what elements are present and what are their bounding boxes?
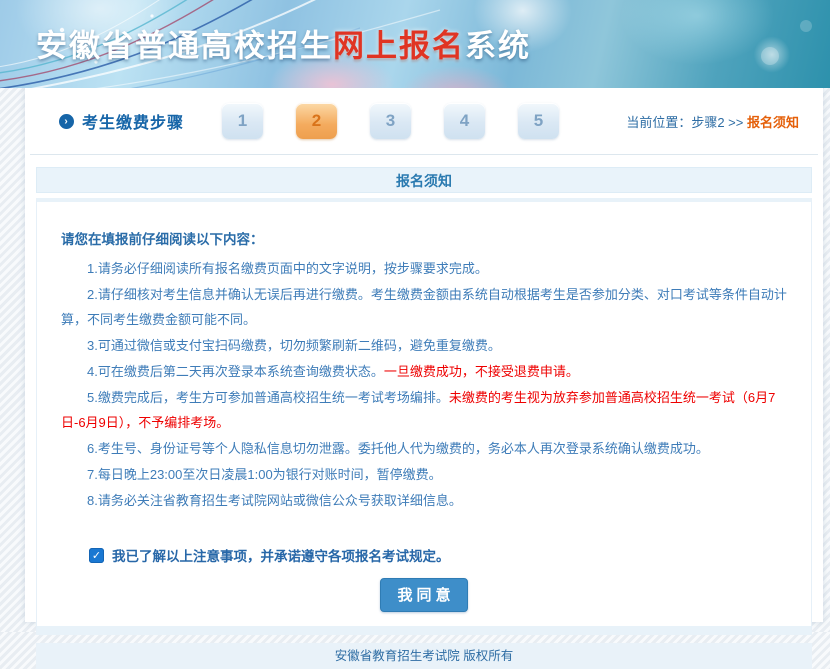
header-banner: 安徽省普通高校招生网上报名系统 — [0, 0, 830, 88]
steps-separator — [30, 154, 818, 155]
breadcrumb: 当前位置：步骤2 >> 报名须知 — [626, 112, 799, 131]
step-indicator-2: 2 — [296, 103, 337, 139]
notice-item-6: 6.考生号、身份证号等个人隐私信息切勿泄露。委托他人代为缴费的，务必本人再次登录… — [61, 436, 787, 461]
agreement-checkbox[interactable]: ✓ — [89, 548, 104, 563]
notice-item-4: 4.可在缴费后第二天再次登录本系统查询缴费状态。一旦缴费成功，不接受退费申请。 — [61, 359, 787, 384]
steps-bar: › 考生缴费步骤 12345 当前位置：步骤2 >> 报名须知 — [25, 88, 823, 154]
notice-item-7: 7.每日晚上23:00至次日凌晨1:00为银行对账时间，暂停缴费。 — [61, 462, 787, 487]
steps-title-label: 考生缴费步骤 — [82, 109, 184, 133]
button-row: 我同意 — [61, 578, 787, 612]
notice-item-2: 2.请仔细核对考生信息并确认无误后再进行缴费。考生缴费金额由系统自动根据考生是否… — [61, 282, 787, 332]
notice-title-bar: 报名须知 — [36, 167, 812, 193]
title-text: 系统 — [465, 29, 531, 64]
agree-button[interactable]: 我同意 — [380, 578, 467, 612]
notice-item-8: 8.请务必关注省教育招生考试院网站或微信公众号获取详细信息。 — [61, 488, 787, 513]
notice-item-5: 5.缴费完成后，考生方可参加普通高校招生统一考试考场编排。未缴费的考生视为放弃参… — [61, 385, 787, 435]
agreement-label: 我已了解以上注意事项，并承诺遵守各项报名考试规定。 — [112, 545, 450, 565]
page-title: 安徽省普通高校招生网上报名系统 — [36, 21, 531, 66]
step-indicator-5: 5 — [518, 103, 559, 139]
content-wrapper: › 考生缴费步骤 12345 当前位置：步骤2 >> 报名须知 报名须知 请您在… — [25, 88, 823, 622]
steps-title: › 考生缴费步骤 — [59, 109, 184, 133]
breadcrumb-prefix: 当前位置：步骤2 — [626, 115, 724, 130]
step-indicator-4: 4 — [444, 103, 485, 139]
notice-item-3: 3.可通过微信或支付宝扫码缴费，切勿频繁刷新二维码，避免重复缴费。 — [61, 333, 787, 358]
steps-boxes: 12345 — [222, 103, 559, 139]
arrow-circle-icon: › — [59, 114, 74, 129]
footer-copyright: 安徽省教育招生考试院 版权所有 — [36, 643, 812, 669]
notice-item-1: 1.请务必仔细阅读所有报名缴费页面中的文字说明，按步骤要求完成。 — [61, 256, 787, 281]
step-indicator-3: 3 — [370, 103, 411, 139]
notice-list: 1.请务必仔细阅读所有报名缴费页面中的文字说明，按步骤要求完成。2.请仔细核对考… — [61, 256, 787, 513]
breadcrumb-separator: >> — [728, 115, 743, 130]
warning-text: 一旦缴费成功，不接受退费申请。 — [384, 364, 579, 379]
title-text: 安徽省普通高校招生 — [36, 29, 333, 64]
breadcrumb-current: 报名须知 — [747, 115, 799, 130]
step-indicator-1: 1 — [222, 103, 263, 139]
title-emphasis-text: 网上报名 — [333, 29, 465, 64]
notice-panel: 请您在填报前仔细阅读以下内容： 1.请务必仔细阅读所有报名缴费页面中的文字说明，… — [36, 198, 812, 635]
agreement-row[interactable]: ✓ 我已了解以上注意事项，并承诺遵守各项报名考试规定。 — [89, 545, 787, 565]
notice-intro: 请您在填报前仔细阅读以下内容： — [61, 228, 787, 248]
